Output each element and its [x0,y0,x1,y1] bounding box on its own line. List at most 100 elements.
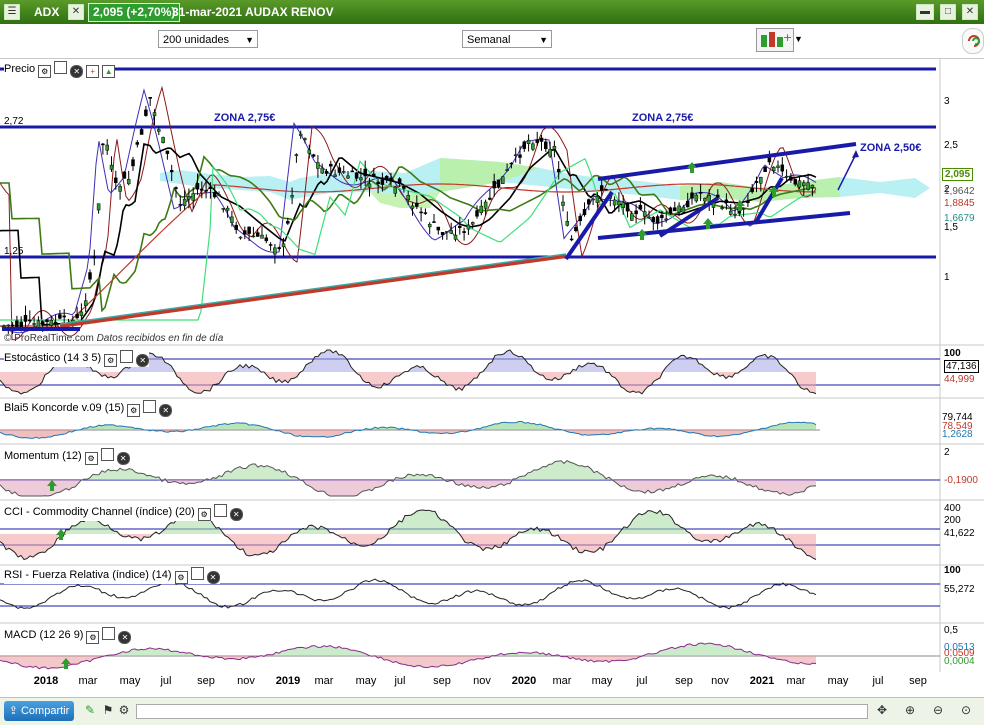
share-label: Compartir [20,705,70,717]
time-tick: may [827,675,849,687]
period-select[interactable]: Semanal ▼ [462,30,552,48]
value-tag: 2,095 [942,168,974,181]
panel-label-cci: CCI - Commodity Channel (índice) (20) ⚙ ✕ [4,504,243,521]
candle-body [397,178,402,184]
candle-body [462,231,466,233]
axis-tick: 2 [944,447,950,458]
window-icon[interactable] [54,61,68,74]
candle-body [470,222,475,225]
window-icon[interactable] [213,504,227,517]
close-window-icon[interactable]: ✕ [962,4,978,20]
candle-body [101,143,105,146]
panel-label-momentum: Momentum (12) ⚙ ✕ [4,448,130,465]
candle-body [307,149,312,154]
wrench-icon[interactable]: ⚙ [84,452,98,465]
menu-icon[interactable]: ☰ [4,4,20,20]
candle-body [780,164,785,172]
candle-body [647,216,651,219]
close-icon[interactable]: ✕ [116,452,130,465]
candle-body [75,313,79,319]
candle-body [694,194,699,202]
candle-body [303,138,307,140]
window-icon[interactable] [190,567,204,580]
chevron-down-icon: ▼ [245,35,254,45]
share-button[interactable]: ⇪ Compartir [4,701,74,721]
time-scrollbar[interactable] [136,704,868,719]
candle-body [492,180,496,189]
candle-body [157,129,161,132]
zoom-out-icon[interactable]: ⊖ [930,702,946,718]
pan-icon[interactable]: ✥ [874,702,890,718]
candle-body [556,168,561,173]
long-ma-line [59,253,567,325]
chart-area[interactable]: ZONA 2,75€ ZONA 2,75€ ZONA 2,50€ 2,72 1,… [0,58,984,687]
axis-tick: 200 [944,515,961,526]
candle-body [135,142,140,145]
close-icon[interactable]: ✕ [229,508,243,521]
candle-body [19,321,23,327]
chevron-down-icon[interactable]: ▼ [794,34,803,44]
refresh-button[interactable] [962,28,984,54]
close-icon[interactable]: ✕ [136,354,150,367]
candle-body [612,199,617,206]
draw-icon[interactable]: ⚑ [100,702,116,718]
value-tag: 44,999 [944,374,975,385]
zoom-in-icon[interactable]: ⊕ [902,702,918,718]
time-tick: may [355,675,377,687]
window-icon[interactable] [120,350,134,363]
candle-body [449,230,453,234]
maximize-icon[interactable]: □ [940,4,956,20]
level-label: 2,72 [4,116,24,127]
candle-body [144,109,148,116]
wrench-icon[interactable]: ⚙ [38,65,52,78]
candle-body [793,178,797,185]
candle-body [2,325,6,327]
units-select-value: 200 unidades [163,34,230,46]
close-icon[interactable]: ✕ [159,404,173,417]
units-select[interactable]: 200 unidades ▼ [158,30,258,48]
candle-body [152,112,157,117]
candle-body [15,320,19,327]
candle-body [182,198,187,206]
window-icon[interactable] [102,627,116,640]
candle-body [178,204,183,206]
tools-icon[interactable]: ✎ [82,702,98,718]
candle-body [49,320,54,326]
candle-body [574,227,578,232]
close-icon[interactable]: ✕ [118,631,132,644]
time-tick: sep [197,675,215,687]
panel-title: Precio [4,63,36,75]
candle-body [53,321,58,324]
candle-body [728,210,733,215]
wrench-icon[interactable]: ⚙ [174,571,188,584]
value-tag: -0,1900 [944,475,978,486]
source-label: © ProRealTime.com [4,333,94,344]
candle-body [372,173,376,177]
wrench-icon[interactable]: ⚙ [197,508,211,521]
add-indicator-button[interactable]: + [756,28,794,52]
candle-body [174,187,178,189]
wrench-icon[interactable]: ⚙ [127,404,141,417]
candle-body [359,177,363,181]
candle-body [393,186,398,194]
candle-body [350,170,355,173]
candle-body [548,149,552,157]
window-icon[interactable] [143,400,157,413]
candle-body [221,208,226,210]
close-tab-icon[interactable]: ✕ [68,4,84,20]
candle-body [105,144,109,151]
arrow-up-icon[interactable]: ▲ [102,65,116,78]
minimize-icon[interactable]: ▬ [916,4,934,20]
wrench-icon[interactable]: ⚙ [104,354,118,367]
candle-body [677,205,681,213]
time-tick: mar [786,675,806,687]
window-icon[interactable] [100,448,114,461]
add-icon[interactable]: + [86,65,100,78]
zoom-reset-icon[interactable]: ⊙ [958,702,974,718]
share-icon: ⇪ [8,705,21,717]
close-icon[interactable]: ✕ [70,65,84,78]
close-icon[interactable]: ✕ [206,571,220,584]
settings-icon[interactable]: ⚙ [116,702,132,718]
bottom-bar: ⇪ Compartir ✎ ⚑ ⚙ ✥ ⊕ ⊖ ⊙ [0,697,984,725]
wrench-icon[interactable]: ⚙ [86,631,100,644]
